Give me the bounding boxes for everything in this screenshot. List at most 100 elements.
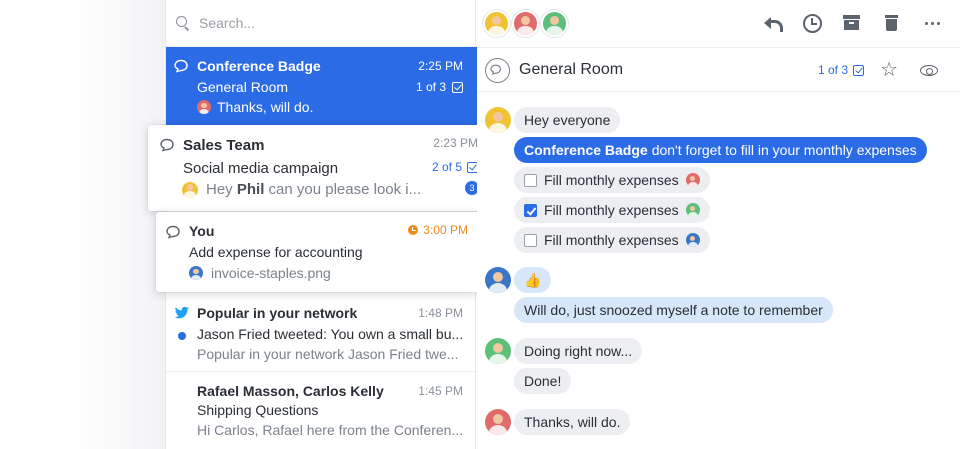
conversation-item-popular[interactable]: Popular in your network 1:48 PM Jason Fr… <box>166 294 477 372</box>
preview-text: Popular in your network Jason Fried twe.… <box>197 346 459 362</box>
preview-text: Hi Carlos, Rafael here from the Conferen… <box>197 422 464 438</box>
reply-icon[interactable] <box>762 13 783 33</box>
conversation-view: General Room 1 of 3 ☆ Hey everyone Confe… <box>477 0 960 449</box>
conversation-title: Popular in your network <box>197 305 358 321</box>
conversation-item-conference-badge[interactable]: Conference Badge 2:25 PM General Room 1 … <box>166 47 477 126</box>
archive-icon[interactable] <box>842 13 862 33</box>
thumbs-up-icon: 👍 <box>524 271 542 288</box>
avatar[interactable] <box>541 10 568 37</box>
star-icon[interactable]: ☆ <box>880 60 898 80</box>
task-counter-text: 1 of 3 <box>415 80 446 94</box>
preview-mention: Phil <box>236 181 265 198</box>
message-bubble: Thanks, will do. <box>514 409 631 435</box>
conversation-time: 1:48 PM <box>418 306 463 320</box>
eye-icon[interactable] <box>920 65 938 76</box>
preview-text: Hey Phil can you please look i... <box>206 181 421 198</box>
message-bubble: Will do, just snoozed myself a note to r… <box>514 297 833 323</box>
preview-text: Thanks, will do. <box>217 99 314 115</box>
conversation-title: Conference Badge <box>197 58 321 74</box>
avatar[interactable] <box>483 10 510 37</box>
avatar <box>685 233 700 247</box>
room-title: General Room <box>519 61 624 78</box>
message-bubble: 👍 <box>514 267 552 293</box>
snooze-time: 3:00 PM <box>408 223 468 237</box>
clock-icon[interactable] <box>802 13 822 33</box>
avatar <box>189 266 203 280</box>
task-item[interactable]: Fill monthly expenses <box>514 197 710 223</box>
avatar <box>485 267 511 293</box>
conversation-subject: Jason Fried tweeted: You own a small bu.… <box>197 326 464 342</box>
room-header: General Room 1 of 3 ☆ <box>477 48 960 92</box>
message-text: Will do, just snoozed myself a note to r… <box>524 302 823 318</box>
message-text: don't forget to fill in your monthly exp… <box>651 142 917 158</box>
search-input[interactable] <box>199 15 449 31</box>
backdrop <box>0 0 165 449</box>
chat-bubbles-icon <box>166 225 180 239</box>
avatar <box>685 173 700 187</box>
avatar <box>485 338 511 364</box>
avatar <box>182 181 198 198</box>
attachment-name: invoice-staples.png <box>211 265 331 281</box>
avatar <box>197 100 211 114</box>
conversation-preview: invoice-staples.png <box>189 265 331 281</box>
conversation-card-sales-team[interactable]: Sales Team 2:23 PM Social media campaign… <box>148 125 491 211</box>
conversation-time: 3:00 PM <box>423 223 468 237</box>
conversation-subject: Social media campaign <box>183 160 339 177</box>
avatar <box>485 107 511 133</box>
conversation-preview: Popular in your network Jason Fried twe.… <box>197 346 458 362</box>
conversation-title: Rafael Masson, Carlos Kelly <box>197 383 384 399</box>
task-checkbox-checked[interactable] <box>524 203 537 217</box>
chat-bubbles-icon <box>160 138 174 152</box>
conversation-preview: Hey Phil can you please look i... <box>182 181 421 198</box>
message-bubble: Doing right now... <box>514 338 643 364</box>
search-icon[interactable] <box>176 16 190 30</box>
message-bubble: Conference Badge don't forget to fill in… <box>514 137 927 163</box>
app-stage: Conference Badge 2:25 PM General Room 1 … <box>0 0 960 449</box>
trash-icon[interactable] <box>882 13 902 33</box>
conversation-card-you[interactable]: You 3:00 PM Add expense for accounting i… <box>156 212 480 292</box>
check-icon <box>853 64 864 76</box>
task-counter-text: 1 of 3 <box>817 63 848 77</box>
conversation-title: Sales Team <box>183 137 265 154</box>
check-icon <box>452 81 463 93</box>
conversation-title: You <box>189 223 215 239</box>
conversation-subject: Shipping Questions <box>197 402 319 418</box>
task-label: Fill monthly expenses <box>544 232 679 248</box>
conversation-subject: General Room <box>197 79 289 95</box>
conversation-time: 1:45 PM <box>418 384 463 398</box>
message-text: Doing right now... <box>524 343 633 359</box>
participant-avatars[interactable] <box>483 10 568 37</box>
task-item[interactable]: Fill monthly expenses <box>514 167 710 193</box>
twitter-icon <box>174 306 189 319</box>
message-bubble: Done! <box>514 368 572 394</box>
unread-indicator <box>178 332 186 340</box>
message-text: Hey everyone <box>524 112 611 128</box>
toolbar-actions <box>762 13 942 33</box>
task-item[interactable]: Fill monthly expenses <box>514 227 710 253</box>
chat-bubbles-icon <box>485 58 510 83</box>
task-checkbox[interactable] <box>524 233 537 247</box>
avatar[interactable] <box>512 10 539 37</box>
task-checkbox[interactable] <box>524 173 537 187</box>
mention: Conference Badge <box>524 142 648 158</box>
task-counter: 1 of 3 <box>416 80 463 94</box>
conversation-subject: Add expense for accounting <box>189 244 363 260</box>
snooze-clock-icon <box>408 225 419 235</box>
search-bar <box>166 0 477 47</box>
more-icon[interactable] <box>922 13 942 33</box>
preview-prefix: Hey <box>206 181 233 198</box>
conversation-toolbar <box>477 0 960 48</box>
avatar <box>485 409 511 435</box>
chat-bubbles-icon <box>174 59 188 73</box>
task-counter: 2 of 5 <box>432 160 478 174</box>
task-counter[interactable]: 1 of 3 <box>818 63 864 77</box>
conversation-time: 2:23 PM <box>433 136 478 150</box>
message-text: Thanks, will do. <box>524 414 621 430</box>
preview-rest: can you please look i... <box>268 181 422 198</box>
task-label: Fill monthly expenses <box>544 202 679 218</box>
task-label: Fill monthly expenses <box>544 172 679 188</box>
task-counter-text: 2 of 5 <box>431 160 462 174</box>
conversation-item-rafael-carlos[interactable]: Rafael Masson, Carlos Kelly 1:45 PM Ship… <box>166 372 477 449</box>
conversation-preview: Hi Carlos, Rafael here from the Conferen… <box>197 422 463 438</box>
conversation-preview: Thanks, will do. <box>197 99 313 115</box>
